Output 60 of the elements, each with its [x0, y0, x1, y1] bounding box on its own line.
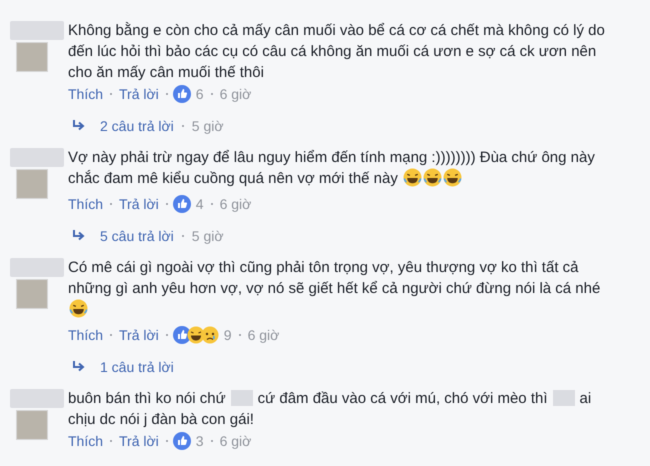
like-link[interactable]: Thích [68, 196, 104, 212]
comment-time: 6 giờ [220, 196, 252, 212]
blurred-name [10, 389, 64, 408]
avatar-placeholder [16, 410, 48, 440]
laughing-face-icon [69, 299, 88, 318]
reply-time: 5 giờ [192, 118, 224, 134]
separator-dot [238, 334, 241, 336]
reaction-count: 9 [224, 327, 232, 343]
separator-dot [166, 334, 168, 336]
reaction-count: 6 [196, 86, 204, 102]
laughing-face-icon [443, 168, 462, 187]
sad-face-icon [200, 326, 219, 344]
laughing-face-icon [186, 326, 205, 344]
thumbs-up-icon [172, 326, 191, 344]
reply-link[interactable]: Trả lời [119, 86, 159, 102]
separator-dot [110, 203, 112, 205]
reply-link[interactable]: Trả lời [119, 327, 159, 343]
laughing-face-icon [403, 168, 422, 187]
thumbs-up-icon [172, 85, 191, 103]
reaction-count: 3 [196, 433, 204, 449]
reply-arrow-icon [72, 230, 86, 242]
separator-dot [110, 93, 112, 95]
reaction-count: 4 [196, 196, 204, 212]
avatar-placeholder [16, 169, 48, 199]
separator-dot [110, 440, 112, 442]
view-replies-link[interactable]: 2 câu trả lời [100, 118, 174, 134]
separator-dot [182, 125, 184, 127]
reply-link[interactable]: Trả lời [119, 433, 159, 449]
comment-text: Không bằng e còn cho cả mấy cân muối vào bể cá cơ cá chết mà không có lý do đến lúc hỏi thì bảo các cụ có câu cá không ăn muối cá ươn e sợ cá ck ươn nên cho ăn mấy cân muối thế thôi [68, 21, 606, 83]
separator-dot [166, 93, 168, 95]
separator-dot [210, 440, 213, 442]
comment-text: buôn bán thì ko nói chứ cứ đâm đầu vào cá với mú, chó với mèo thì ai chịu dc nói j đàn bà con gái! [68, 389, 592, 430]
reply-time: 5 giờ [192, 228, 224, 244]
like-link[interactable]: Thích [68, 86, 104, 102]
reply-arrow-icon [72, 361, 86, 373]
like-link[interactable]: Thích [68, 327, 104, 343]
laughing-face-icon [423, 168, 442, 187]
comment-time: 6 giờ [220, 86, 252, 102]
separator-dot [166, 440, 168, 442]
view-replies-link[interactable]: 5 câu trả lời [100, 228, 174, 244]
separator-dot [210, 93, 213, 95]
blurred-name [10, 258, 64, 277]
like-link[interactable]: Thích [68, 433, 104, 449]
reply-link[interactable]: Trả lời [119, 196, 159, 212]
comment-time: 6 giờ [220, 433, 252, 449]
comment-text: Vợ này phải trừ ngay để lâu nguy hiểm đến tính mạng :)))))))) Đùa chứ ông này chắc đam mê kiểu cuồng quá nên vợ mới thế này [68, 148, 596, 189]
thumbs-up-icon [172, 432, 191, 450]
avatar-placeholder [16, 279, 48, 309]
separator-dot [110, 334, 112, 336]
comment-time: 6 giờ [248, 327, 280, 343]
separator-dot [210, 203, 213, 205]
separator-dot [182, 235, 184, 237]
comment-text: Có mê cái gì ngoài vợ thì cũng phải tôn trọng vợ, yêu thượng vợ ko thì tất cả những gì anh yêu hơn vợ, vợ nó sẽ giết hết kể cả người chứ đừng nói là cá nhé [68, 257, 613, 324]
view-replies-link[interactable]: 1 câu trả lời [100, 359, 174, 375]
reply-arrow-icon [72, 120, 86, 132]
avatar-placeholder [16, 42, 48, 72]
blurred-name [10, 148, 64, 167]
separator-dot [166, 203, 168, 205]
thumbs-up-icon [172, 195, 191, 213]
blurred-name [10, 21, 64, 40]
